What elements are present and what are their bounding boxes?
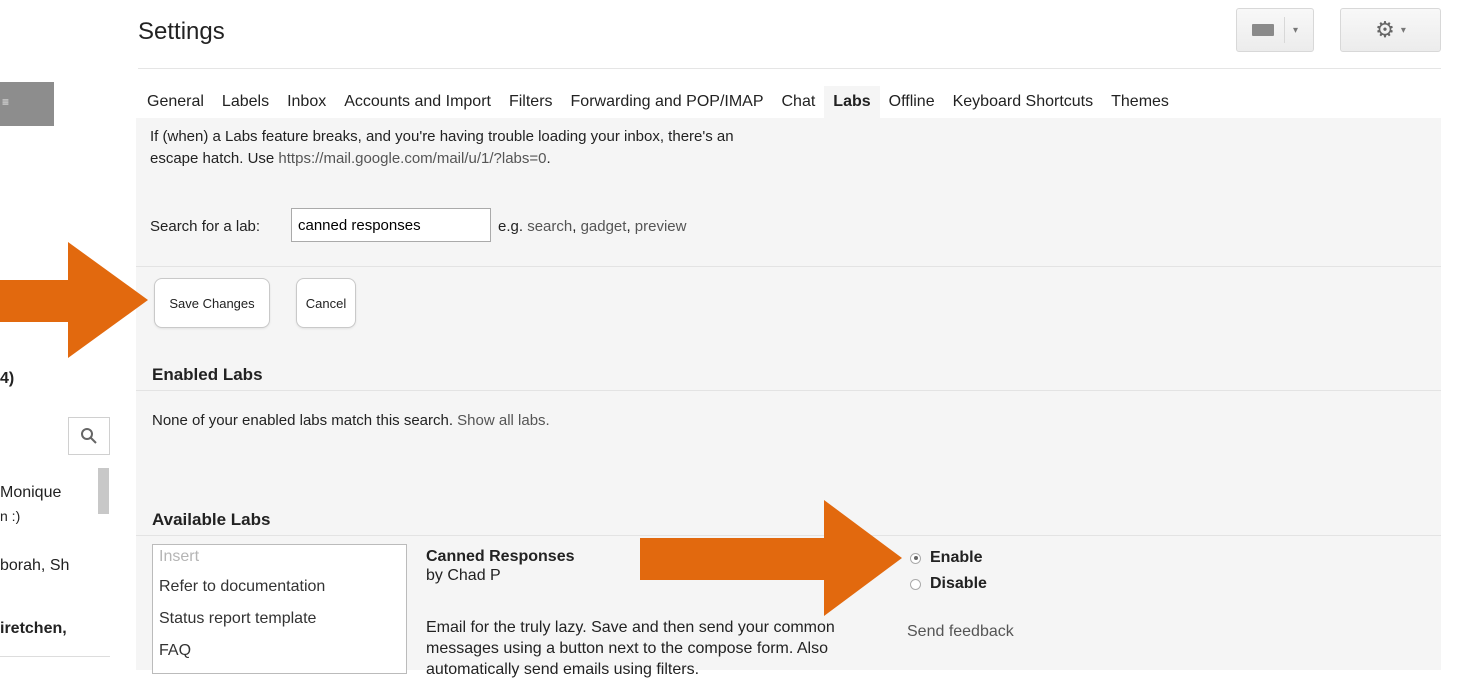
divider <box>0 656 110 657</box>
list-item[interactable]: Status report template <box>153 603 406 635</box>
header-divider <box>138 68 1441 69</box>
disable-label: Disable <box>930 575 987 592</box>
arrow-icon <box>0 242 148 358</box>
example-preview-link[interactable]: preview <box>635 218 687 235</box>
lab-name: Canned Responses <box>426 548 575 565</box>
escape-hatch-text-2: escape hatch. Use https://mail.google.co… <box>150 150 551 167</box>
escape-hatch-text: If (when) a Labs feature breaks, and you… <box>150 128 734 145</box>
tab-general[interactable]: General <box>138 86 213 118</box>
list-item[interactable]: Refer to documentation <box>153 571 406 603</box>
tab-inbox[interactable]: Inbox <box>278 86 335 118</box>
separator: , <box>626 218 635 235</box>
list-item[interactable]: FAQ <box>153 635 406 667</box>
tab-forwarding[interactable]: Forwarding and POP/IMAP <box>562 86 773 118</box>
search-icon <box>81 428 97 444</box>
disable-radio[interactable] <box>910 578 921 590</box>
contact-item[interactable]: Monique <box>0 484 61 502</box>
disable-option[interactable]: Disable <box>910 575 987 593</box>
tab-filters[interactable]: Filters <box>500 86 562 118</box>
enabled-labs-message: None of your enabled labs match this sea… <box>152 412 550 429</box>
lab-author: by Chad P <box>426 567 501 584</box>
tab-labels[interactable]: Labels <box>213 86 278 118</box>
chevron-down-icon: ▾ <box>1400 24 1406 36</box>
tab-labs[interactable]: Labs <box>824 86 880 118</box>
contact-item[interactable]: borah, Sh <box>0 557 69 575</box>
chat-search-button[interactable] <box>68 417 110 455</box>
arrow-icon <box>640 500 902 616</box>
escape-prefix: escape hatch. Use <box>150 150 279 167</box>
example-search-link[interactable]: search <box>527 218 572 235</box>
chevron-down-icon: ▾ <box>1292 24 1299 36</box>
escape-hatch-link[interactable]: https://mail.google.com/mail/u/1/?labs=0 <box>278 150 546 167</box>
settings-tabs: General Labels Inbox Accounts and Import… <box>138 86 1178 118</box>
show-all-labs-link[interactable]: Show all labs. <box>457 412 550 429</box>
enabled-labs-heading: Enabled Labs <box>152 365 263 384</box>
search-lab-input[interactable] <box>291 208 491 242</box>
keyboard-icon <box>1251 24 1274 36</box>
enable-radio[interactable] <box>910 552 921 564</box>
example-gadget-link[interactable]: gadget <box>581 218 627 235</box>
available-labs-heading: Available Labs <box>152 510 271 529</box>
tab-keyboard-shortcuts[interactable]: Keyboard Shortcuts <box>944 86 1103 118</box>
section-divider <box>136 266 1441 267</box>
no-match-text: None of your enabled labs match this sea… <box>152 412 458 429</box>
search-lab-label: Search for a lab: <box>150 218 261 235</box>
save-changes-button[interactable]: Save Changes <box>154 278 270 328</box>
search-examples: e.g. search, gadget, preview <box>498 218 686 235</box>
inbox-count: 4) <box>0 370 15 387</box>
tab-accounts-and-import[interactable]: Accounts and Import <box>335 86 500 118</box>
lab-description: Email for the truly lazy. Save and then … <box>426 619 835 678</box>
scrollbar[interactable] <box>98 468 109 514</box>
tab-chat[interactable]: Chat <box>773 86 825 118</box>
cancel-button[interactable]: Cancel <box>296 278 356 328</box>
contact-item[interactable]: iretchen, <box>0 620 67 638</box>
tab-offline[interactable]: Offline <box>880 86 944 118</box>
section-divider <box>136 390 1441 391</box>
enable-label: Enable <box>930 549 983 566</box>
enable-option[interactable]: Enable <box>910 549 982 567</box>
escape-suffix: . <box>546 150 551 167</box>
tab-themes[interactable]: Themes <box>1102 86 1178 118</box>
contact-status: n :) <box>0 508 21 524</box>
canned-responses-list[interactable]: Insert Refer to documentation Status rep… <box>152 544 407 674</box>
list-placeholder: Insert <box>159 548 200 565</box>
send-feedback-link[interactable]: Send feedback <box>907 623 1014 641</box>
settings-button[interactable]: ⚙ ▾ <box>1340 8 1441 52</box>
button-divider <box>1283 17 1285 43</box>
page-title: Settings <box>138 18 225 45</box>
input-tools-button[interactable]: ▾ <box>1236 8 1314 52</box>
arrow-shape <box>0 242 148 358</box>
compose-button[interactable]: ≡ <box>0 82 54 126</box>
separator: , <box>572 218 581 235</box>
examples-prefix: e.g. <box>498 218 528 235</box>
arrow-shape <box>640 500 902 616</box>
gear-icon: ⚙ <box>1375 17 1395 42</box>
